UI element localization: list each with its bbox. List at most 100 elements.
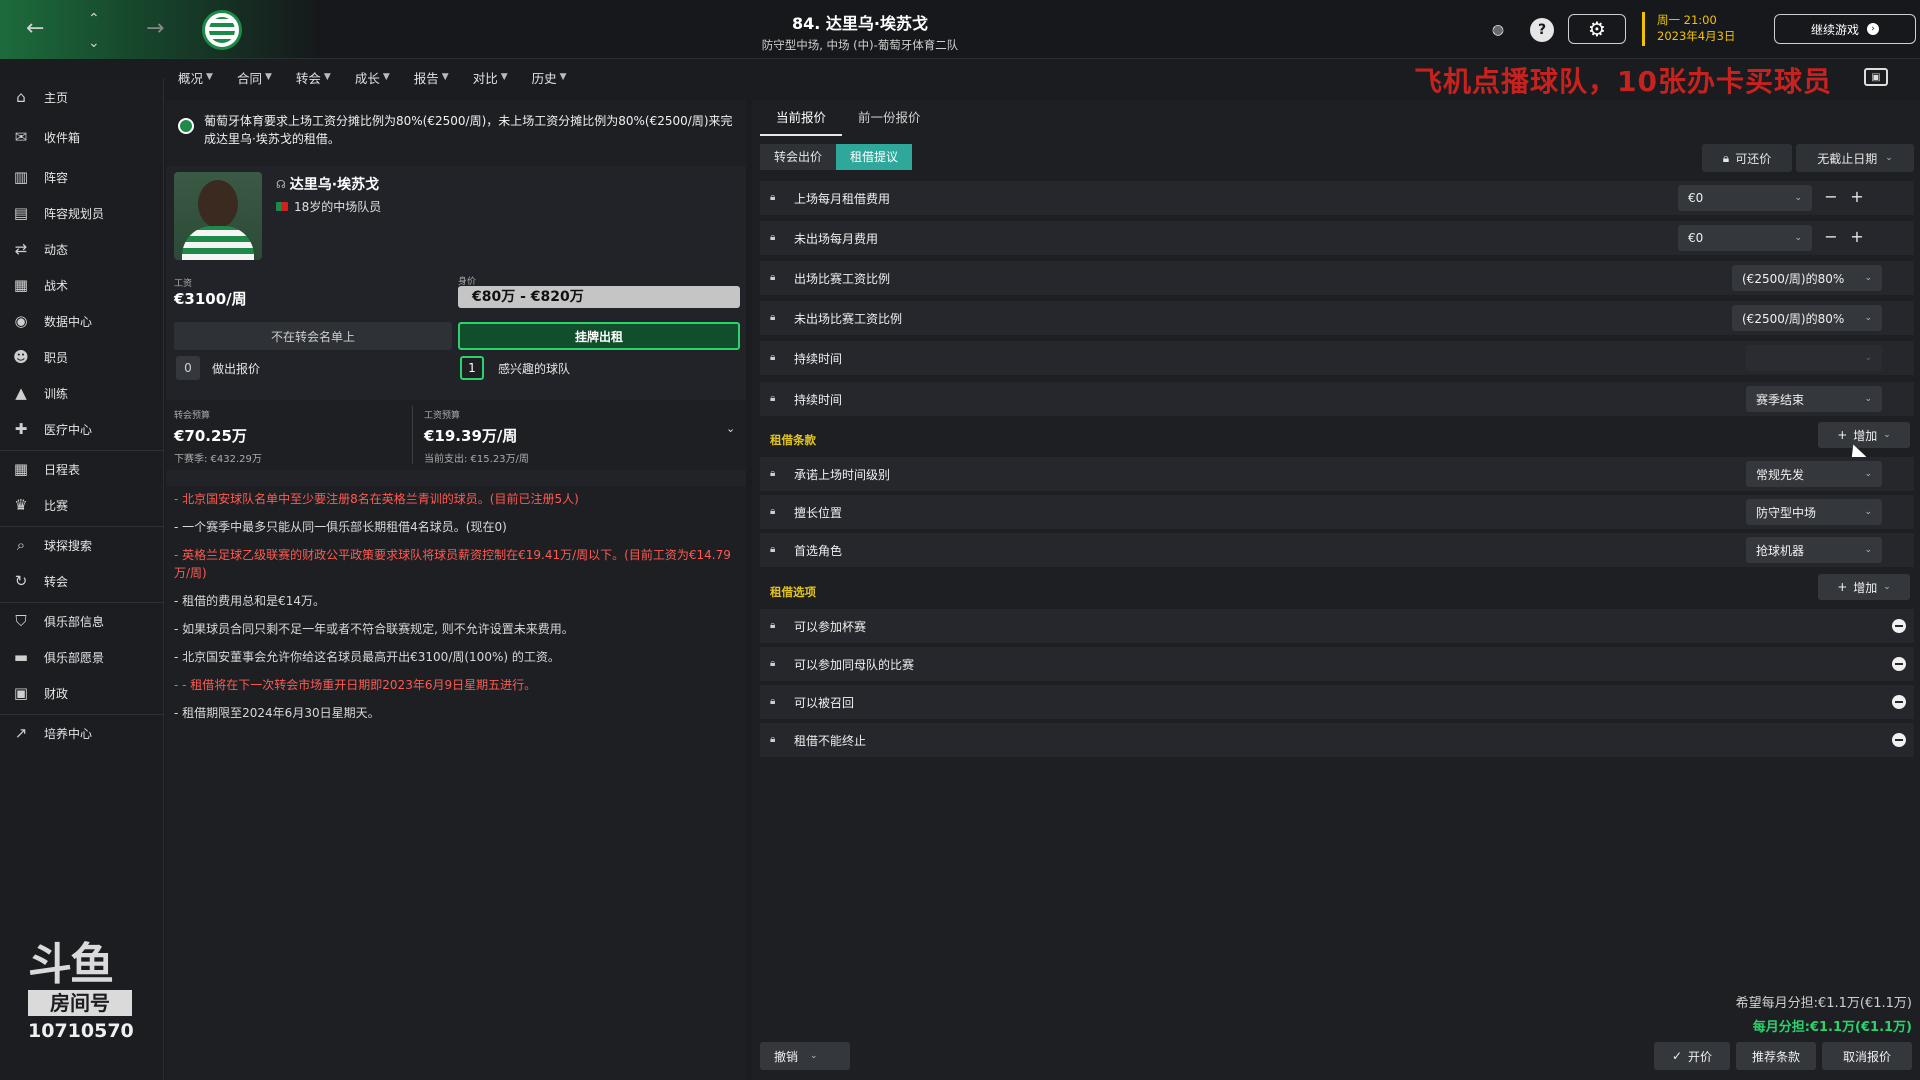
playing-time-dropdown[interactable]: 常规先发 ⌄	[1746, 461, 1882, 487]
tab-current-offer[interactable]: 当前报价	[760, 106, 843, 136]
sidebar-item-tactics[interactable]: ▦ 战术	[0, 268, 164, 302]
sidebar-item-club-vision[interactable]: ▬ 俱乐部愿景	[0, 640, 164, 674]
club-badge-icon	[178, 118, 194, 134]
plus-icon[interactable]: +	[1848, 227, 1866, 246]
world-icon[interactable]: ◍	[1486, 18, 1510, 42]
chevron-down-icon[interactable]: ⌄	[88, 32, 100, 54]
position-dropdown[interactable]: 防守型中场 ⌄	[1746, 499, 1882, 525]
sidebar-item-club-info[interactable]: ⛉ 俱乐部信息	[0, 604, 164, 638]
monthly-fee-played-input[interactable]: €0 ⌄	[1678, 185, 1812, 211]
chevron-down-icon: ⌄	[1864, 469, 1872, 479]
offer-row-monthly-fee-unused: 🔒︎ 未出场每月费用 €0 ⌄ − +	[760, 221, 1914, 255]
wage-unused-dropdown[interactable]: (€2500/周)的80% ⌄	[1732, 305, 1882, 331]
offer-type-toggle: 转会出价 租借提议	[760, 144, 913, 170]
menu-overview[interactable]: 概况 ▼	[166, 68, 225, 87]
sidebar-item-dynamics[interactable]: ⇄ 动态	[0, 232, 164, 266]
sidebar-divider	[0, 450, 164, 451]
menu-transfer[interactable]: 转会 ▼	[284, 68, 343, 87]
date-weekday-time: 周一 21:00	[1657, 13, 1717, 27]
growth-icon: ↗	[14, 724, 28, 742]
sidebar-item-squad-planner[interactable]: ▤ 阵容规划员	[0, 196, 164, 230]
player-photo[interactable]	[174, 172, 262, 260]
budget-section: 转会预算 €70.25万 下赛季: €432.29万 工资预算 €19.39万/…	[166, 400, 746, 470]
remove-circle-icon[interactable]	[1892, 695, 1906, 709]
calendar-icon: ▦	[13, 460, 29, 478]
add-option-button[interactable]: + 增加 ⌄	[1818, 574, 1910, 600]
offer-row-duration-end: 🔒︎ 持续时间 赛季结束 ⌄	[760, 382, 1914, 416]
sidebar-item-medical[interactable]: ✚ 医疗中心	[0, 412, 164, 446]
sidebar-item-scouting[interactable]: ⌕ 球探搜索	[0, 528, 164, 562]
chevron-down-icon: ▼	[441, 72, 449, 82]
make-offer-button[interactable]: ✓ 开价	[1654, 1042, 1730, 1070]
monthly-fee-unused-input[interactable]: €0 ⌄	[1678, 225, 1812, 251]
sidebar-item-development-centre[interactable]: ↗ 培养中心	[0, 716, 164, 750]
plus-icon[interactable]: +	[1848, 187, 1866, 206]
sidebar-item-finances[interactable]: ▣ 财政	[0, 676, 164, 710]
remove-circle-icon[interactable]	[1892, 657, 1906, 671]
loan-offer-toggle[interactable]: 租借提议	[836, 144, 913, 170]
offers-label[interactable]: 做出报价	[212, 360, 260, 377]
menu-development[interactable]: 成长 ▼	[343, 68, 402, 87]
back-arrow-icon[interactable]: ←	[26, 18, 44, 40]
player-name[interactable]: ☊ 达里乌·埃苏戈	[276, 174, 379, 194]
trophy-icon: ♛	[14, 496, 28, 514]
transfer-icon: ↻	[14, 572, 28, 590]
training-icon: ▲	[15, 384, 27, 402]
sidebar-item-data-hub[interactable]: ◉ 数据中心	[0, 304, 164, 338]
sidebar-divider	[0, 526, 164, 527]
sidebar-item-inbox[interactable]: ✉ 收件箱	[0, 120, 164, 154]
sidebar-item-competitions[interactable]: ♛ 比赛	[0, 488, 164, 522]
undo-button[interactable]: 撤销 ⌄	[760, 1042, 850, 1070]
medical-icon: ✚	[14, 420, 28, 438]
plus-icon: +	[1837, 580, 1848, 594]
tab-previous-offer[interactable]: 前一份报价	[842, 106, 937, 136]
duration-dropdown-disabled[interactable]: ⌄	[1746, 345, 1882, 371]
loan-listed-button[interactable]: 挂牌出租	[458, 322, 740, 350]
menu-contract[interactable]: 合同 ▼	[225, 68, 284, 87]
menu-history[interactable]: 历史 ▼	[520, 68, 579, 87]
remove-circle-icon[interactable]	[1892, 733, 1906, 747]
interested-count: 1	[460, 356, 484, 380]
wage-played-dropdown[interactable]: (€2500/周)的80% ⌄	[1732, 265, 1882, 291]
offer-row-wage-played: 🔒︎ 出场比赛工资比例 (€2500/周)的80% ⌄	[760, 261, 1914, 295]
not-transfer-listed-button[interactable]: 不在转会名单上	[174, 322, 452, 350]
duration-dropdown[interactable]: 赛季结束 ⌄	[1746, 386, 1882, 412]
sidebar-divider	[0, 714, 164, 715]
continue-button[interactable]: 继续游戏 ›	[1774, 14, 1916, 44]
club-crest-icon[interactable]	[202, 10, 242, 50]
transfer-offer-toggle[interactable]: 转会出价	[760, 144, 837, 170]
minus-icon[interactable]: −	[1822, 187, 1840, 206]
sidebar-item-squad[interactable]: ▥ 阵容	[0, 160, 164, 194]
cancel-offer-button[interactable]: 取消报价	[1822, 1042, 1912, 1070]
menu-reports[interactable]: 报告 ▼	[402, 68, 461, 87]
sidebar-item-staff[interactable]: ☻ 职员	[0, 340, 164, 374]
lock-icon: 🔒︎	[770, 696, 776, 707]
sidebar-item-home[interactable]: ⌂ 主页	[0, 80, 164, 114]
help-icon[interactable]: ?	[1530, 18, 1554, 42]
forward-arrow-icon[interactable]: →	[146, 18, 164, 40]
chevron-down-icon: ▼	[264, 72, 272, 82]
role-dropdown[interactable]: 抢球机器 ⌄	[1746, 537, 1882, 563]
tactics-icon: ▦	[13, 276, 29, 294]
lock-icon: 🔒︎	[770, 393, 776, 404]
lock-icon: 🔒︎	[770, 352, 776, 363]
minus-icon[interactable]: −	[1822, 227, 1840, 246]
chevron-down-icon: ▼	[206, 72, 213, 82]
interested-label[interactable]: 感兴趣的球队	[498, 360, 570, 377]
settings-button[interactable]: ⚙	[1568, 14, 1626, 44]
sidebar-item-training[interactable]: ▲ 训练	[0, 376, 164, 410]
sidebar-item-transfers[interactable]: ↻ 转会	[0, 564, 164, 598]
counter-offer-button[interactable]: 🔒︎ 可还价	[1702, 144, 1792, 172]
add-term-button[interactable]: + 增加 ⌄	[1818, 422, 1910, 448]
remove-circle-icon[interactable]	[1892, 619, 1906, 633]
chevron-down-icon: ▼	[323, 72, 331, 82]
deadline-dropdown[interactable]: 无截止日期 ⌄	[1796, 144, 1914, 172]
sidebar-item-schedule[interactable]: ▦ 日程表	[0, 452, 164, 486]
chevron-down-icon: ▼	[382, 72, 390, 82]
rule-item: - 租借期限至2024年6月30日星期天。	[174, 706, 380, 720]
chevron-up-icon[interactable]: ⌃	[88, 8, 100, 30]
display-icon[interactable]: ▣	[1864, 68, 1888, 86]
recommended-terms-button[interactable]: 推荐条款	[1736, 1042, 1816, 1070]
chevron-down-icon[interactable]: ⌄	[726, 422, 735, 435]
menu-compare[interactable]: 对比 ▼	[461, 68, 520, 87]
